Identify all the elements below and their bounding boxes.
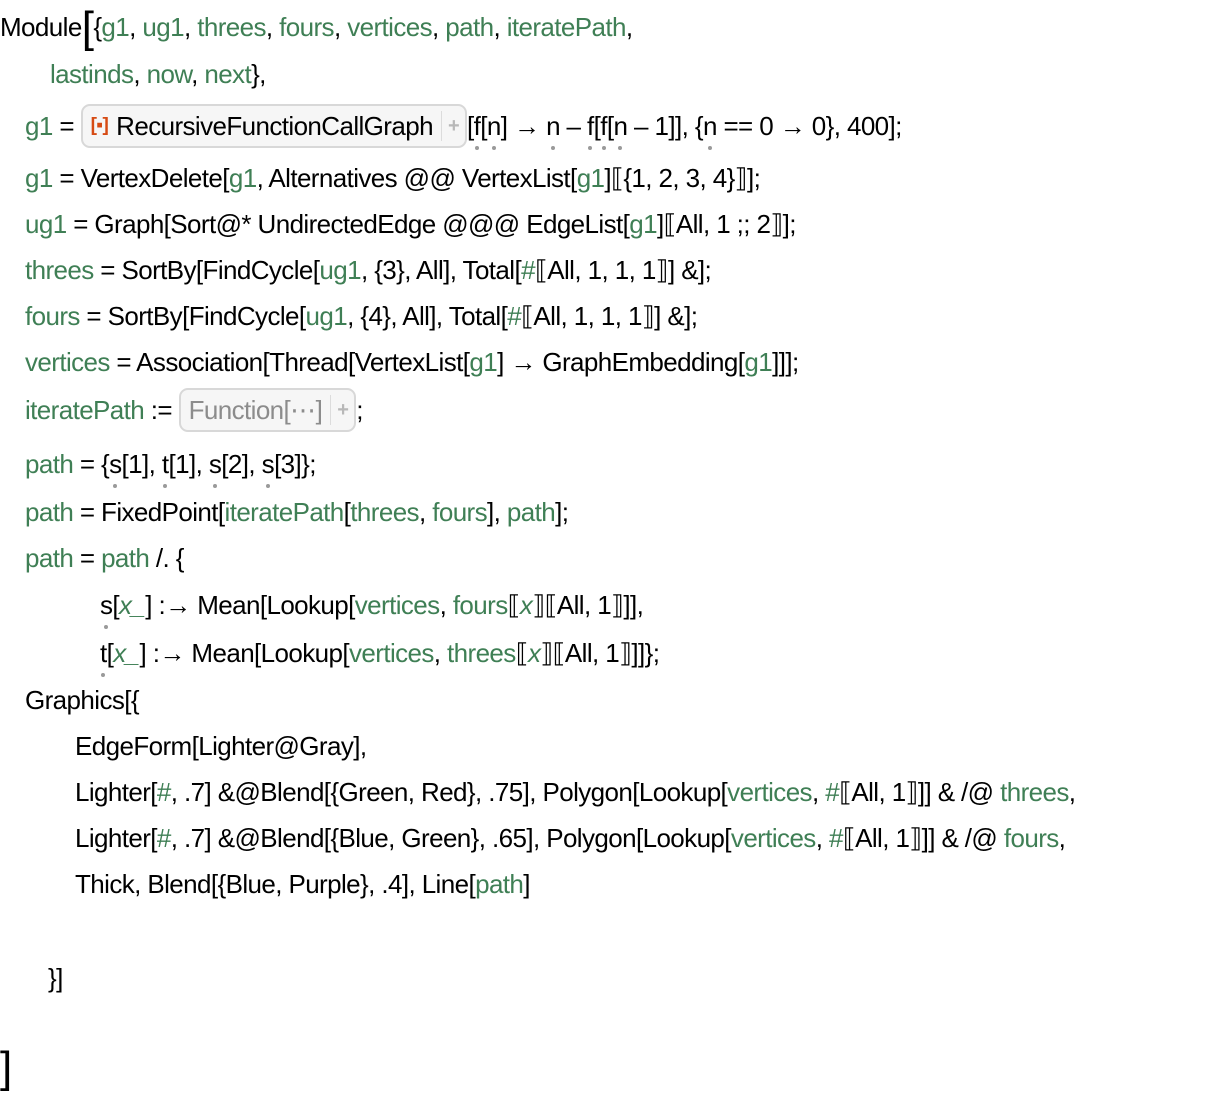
code-line-edgeform[interactable]: EdgeForm[Lighter@Gray], [75, 726, 367, 766]
code-line-threes[interactable]: threes = SortBy[FindCycle[ug1, {3}, All]… [25, 250, 712, 290]
code-line-g1-def[interactable]: g1 = [▪] RecursiveFunctionCallGraph + [f[n]… [25, 104, 902, 150]
local-var: ug1 [142, 12, 184, 42]
function-box-label: Function[⋯] [188, 395, 323, 426]
function-box[interactable]: Function[⋯] + [178, 388, 357, 433]
local-var: threes [197, 12, 266, 42]
expand-plus-icon[interactable]: + [448, 106, 460, 146]
code-line-ug1[interactable]: ug1 = Graph[Sort@* UndirectedEdge @@@ Ed… [25, 204, 797, 244]
code-line-close-graphics[interactable]: }] [48, 958, 63, 998]
code-line-fours-polygons[interactable]: Lighter[#, .7] &@Blend[{Blue, Green}, .6… [75, 818, 1066, 858]
code-line-path-replace[interactable]: path = path /. { [25, 538, 184, 578]
local-var: vertices [347, 12, 432, 42]
local-var: next [204, 59, 252, 89]
open-bracket: [ [81, 3, 94, 52]
code-line-vertices[interactable]: vertices = Association[Thread[VertexList… [25, 342, 799, 382]
code-line-path-line[interactable]: Thick, Blend[{Blue, Purple}, .4], Line[p… [75, 864, 531, 904]
code-line-fours[interactable]: fours = SortBy[FindCycle[ug1, {4}, All],… [25, 296, 698, 336]
resource-function-name: RecursiveFunctionCallGraph [116, 111, 433, 142]
code-line-path-init[interactable]: path = {s[1], t[1], s[2], s[3]}; [25, 444, 316, 488]
resource-function-icon: [▪] [90, 115, 109, 137]
code-line-vertexdelete[interactable]: g1 = VertexDelete[g1, Alternatives @@ Ve… [25, 158, 761, 198]
local-var: lastinds [50, 59, 134, 89]
resource-function-box[interactable]: [▪] RecursiveFunctionCallGraph + [80, 104, 468, 149]
code-line-threes-polygons[interactable]: Lighter[#, .7] &@Blend[{Green, Red}, .75… [75, 772, 1076, 812]
module-keyword: Module [0, 12, 82, 42]
local-var: now [146, 59, 192, 89]
local-var: g1 [101, 12, 130, 42]
code-line-iteratepath[interactable]: iteratePath := Function[⋯] +; [25, 388, 364, 433]
code-line-locals[interactable]: lastinds, now, next}, [50, 54, 266, 94]
code-line-module[interactable]: Module[{g1, ug1, threes, fours, vertices… [0, 0, 633, 50]
local-var: iteratePath [506, 12, 627, 42]
expand-plus-icon[interactable]: + [337, 390, 349, 430]
local-var: fours [279, 12, 334, 42]
code-line-graphics[interactable]: Graphics[{ [25, 680, 140, 720]
code-line-t-rule[interactable]: t[x_] :→ Mean[Lookup[vertices, threes⟦x⟧… [100, 633, 660, 677]
local-var: path [445, 12, 494, 42]
code-line-fixedpoint[interactable]: path = FixedPoint[iteratePath[threes, fo… [25, 492, 569, 532]
close-module-bracket: ] [0, 1043, 13, 1092]
code-line-s-rule[interactable]: s[x_] :→ Mean[Lookup[vertices, fours⟦x⟧⟦… [100, 585, 644, 629]
